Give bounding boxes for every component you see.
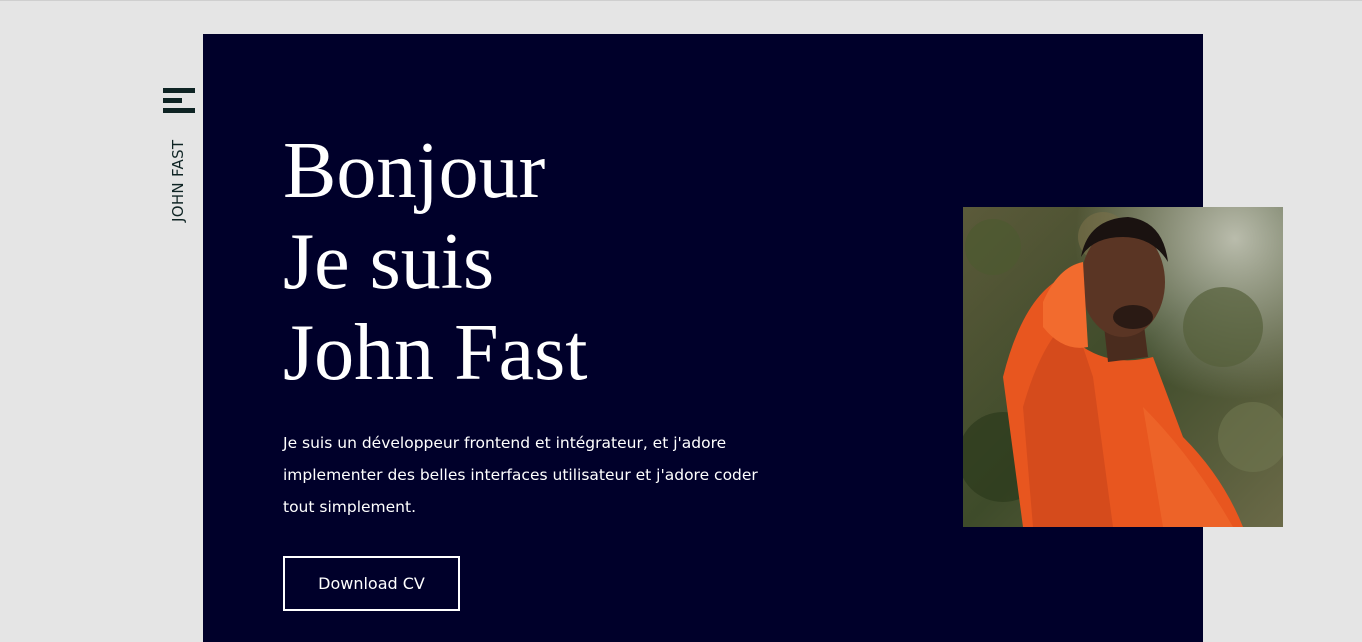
hero-title-line-3: John Fast xyxy=(283,309,588,397)
menu-bar-top xyxy=(163,88,195,93)
side-nav: JOHN FAST xyxy=(163,88,195,228)
menu-bar-bottom xyxy=(163,108,195,113)
hero-title-line-1: Bonjour xyxy=(283,127,546,215)
download-cv-button[interactable]: Download CV xyxy=(283,556,460,611)
hero-description: Je suis un développeur frontend et intég… xyxy=(283,434,758,516)
menu-bar-middle xyxy=(163,98,182,103)
menu-icon[interactable] xyxy=(163,88,195,113)
hero-title: Bonjour Je suis John Fast xyxy=(283,126,588,399)
top-divider xyxy=(0,0,1362,1)
brand-name[interactable]: JOHN FAST xyxy=(169,140,187,222)
hero-title-line-2: Je suis xyxy=(283,218,495,306)
profile-photo xyxy=(963,207,1283,527)
